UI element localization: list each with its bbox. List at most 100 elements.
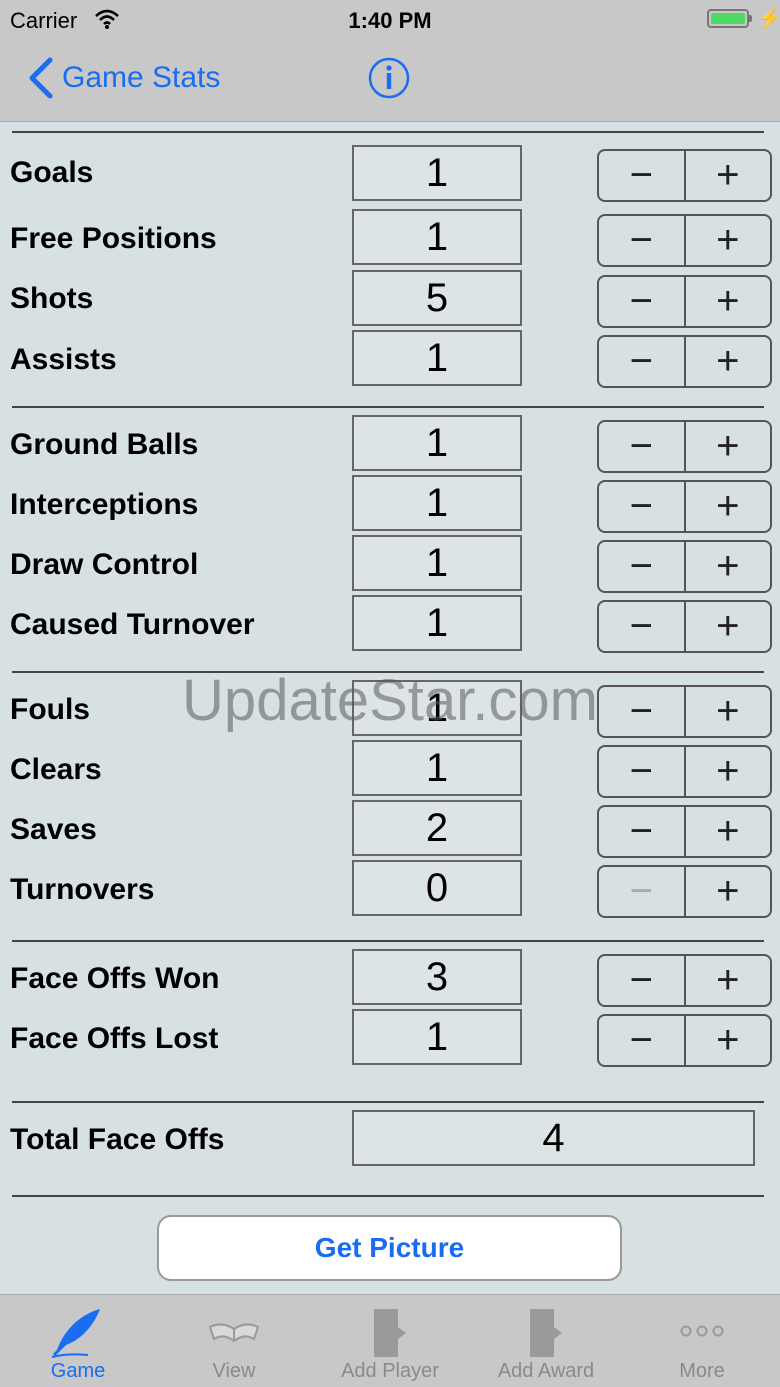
stat-row-face-offs-won: Face Offs Won 3 − + — [0, 948, 780, 1008]
stat-stepper: − + — [597, 745, 772, 798]
tab-game[interactable]: Game — [0, 1295, 156, 1387]
increment-button[interactable]: + — [686, 337, 771, 386]
stat-value: 1 — [352, 595, 522, 651]
stat-label: Assists — [10, 343, 117, 376]
decrement-button[interactable]: − — [599, 337, 686, 386]
charging-icon: ⚡ — [757, 8, 780, 30]
decrement-button[interactable]: − — [599, 216, 686, 265]
stat-label: Interceptions — [10, 488, 199, 521]
stats-content: Goals 1 − + Free Positions 1 − + Shots 5… — [0, 122, 780, 1294]
decrement-button[interactable]: − — [599, 807, 686, 856]
stat-label: Face Offs Won — [10, 962, 220, 995]
back-button[interactable]: Game Stats — [22, 56, 220, 100]
stat-stepper: − + — [597, 480, 772, 533]
stat-label: Face Offs Lost — [10, 1022, 219, 1055]
decrement-button[interactable]: − — [599, 277, 686, 326]
stat-row-draw-control: Draw Control 1 − + — [0, 534, 780, 594]
section-divider — [12, 1101, 764, 1103]
tab-label: Add Award — [497, 1360, 595, 1382]
increment-button[interactable]: + — [686, 277, 771, 326]
stat-value: 1 — [352, 209, 522, 265]
get-picture-button[interactable]: Get Picture — [157, 1215, 622, 1281]
stat-value: 1 — [352, 680, 522, 736]
increment-button[interactable]: + — [686, 867, 771, 916]
battery-icon — [707, 9, 749, 28]
tab-add-player[interactable]: Add Player — [312, 1295, 468, 1387]
stat-row-clears: Clears 1 − + — [0, 739, 780, 799]
stat-row-interceptions: Interceptions 1 − + — [0, 474, 780, 534]
stat-stepper: − + — [597, 1014, 772, 1067]
increment-button[interactable]: + — [686, 687, 771, 736]
increment-button[interactable]: + — [686, 422, 771, 471]
total-value: 4 — [352, 1110, 755, 1166]
stat-row-saves: Saves 2 − + — [0, 799, 780, 859]
stat-label: Ground Balls — [10, 428, 199, 461]
more-icon — [680, 1325, 724, 1337]
increment-button[interactable]: + — [686, 216, 771, 265]
stat-row-goals: Goals 1 − + — [0, 144, 780, 204]
decrement-button[interactable]: − — [599, 747, 686, 796]
decrement-button[interactable]: − — [599, 867, 686, 916]
decrement-button[interactable]: − — [599, 956, 686, 1005]
back-button-label: Game Stats — [62, 61, 221, 94]
tab-view[interactable]: View — [156, 1295, 312, 1387]
tab-more[interactable]: More — [624, 1295, 780, 1387]
section-divider — [12, 940, 764, 942]
stat-stepper: − + — [597, 865, 772, 918]
add-award-icon — [530, 1309, 562, 1357]
increment-button[interactable]: + — [686, 602, 771, 651]
book-icon — [208, 1323, 260, 1343]
tab-label: Game — [50, 1360, 106, 1382]
stat-value: 1 — [352, 415, 522, 471]
section-divider — [12, 406, 764, 408]
stat-stepper: − + — [597, 335, 772, 388]
stat-value: 5 — [352, 270, 522, 326]
stat-value: 0 — [352, 860, 522, 916]
increment-button[interactable]: + — [686, 151, 771, 200]
tab-label: More — [679, 1360, 725, 1382]
increment-button[interactable]: + — [686, 747, 771, 796]
decrement-button[interactable]: − — [599, 602, 686, 651]
stat-label: Caused Turnover — [10, 608, 255, 641]
stat-stepper: − + — [597, 954, 772, 1007]
section-divider — [12, 131, 764, 133]
decrement-button[interactable]: − — [599, 542, 686, 591]
stat-label: Clears — [10, 753, 102, 786]
increment-button[interactable]: + — [686, 1016, 771, 1065]
stat-row-face-offs-lost: Face Offs Lost 1 − + — [0, 1008, 780, 1068]
increment-button[interactable]: + — [686, 807, 771, 856]
stat-label: Free Positions — [10, 222, 217, 255]
chevron-left-icon — [29, 57, 53, 99]
clock: 1:40 PM — [348, 8, 432, 33]
battery-tip — [749, 15, 752, 22]
stat-value: 1 — [352, 145, 522, 201]
add-player-icon — [374, 1309, 406, 1357]
stat-value: 3 — [352, 949, 522, 1005]
increment-button[interactable]: + — [686, 482, 771, 531]
tab-label: View — [212, 1360, 256, 1382]
stat-label: Saves — [10, 813, 97, 846]
quill-icon — [51, 1309, 100, 1358]
stat-stepper: − + — [597, 805, 772, 858]
tab-add-award[interactable]: Add Award — [468, 1295, 624, 1387]
stat-row-shots: Shots 5 − + — [0, 269, 780, 329]
section-divider — [12, 1195, 764, 1197]
total-label: Total Face Offs — [10, 1123, 225, 1156]
decrement-button[interactable]: − — [599, 482, 686, 531]
stat-stepper: − + — [597, 149, 772, 202]
stat-value: 2 — [352, 800, 522, 856]
decrement-button[interactable]: − — [599, 687, 686, 736]
decrement-button[interactable]: − — [599, 151, 686, 200]
increment-button[interactable]: + — [686, 542, 771, 591]
stat-value: 1 — [352, 1009, 522, 1065]
decrement-button[interactable]: − — [599, 1016, 686, 1065]
stat-stepper: − + — [597, 540, 772, 593]
increment-button[interactable]: + — [686, 956, 771, 1005]
stat-label: Goals — [10, 156, 94, 189]
stat-row-turnovers: Turnovers 0 − + — [0, 859, 780, 919]
stat-row-ground-balls: Ground Balls 1 − + — [0, 414, 780, 474]
info-icon[interactable] — [368, 57, 410, 99]
decrement-button[interactable]: − — [599, 422, 686, 471]
stat-value: 1 — [352, 535, 522, 591]
stat-label: Draw Control — [10, 548, 199, 581]
